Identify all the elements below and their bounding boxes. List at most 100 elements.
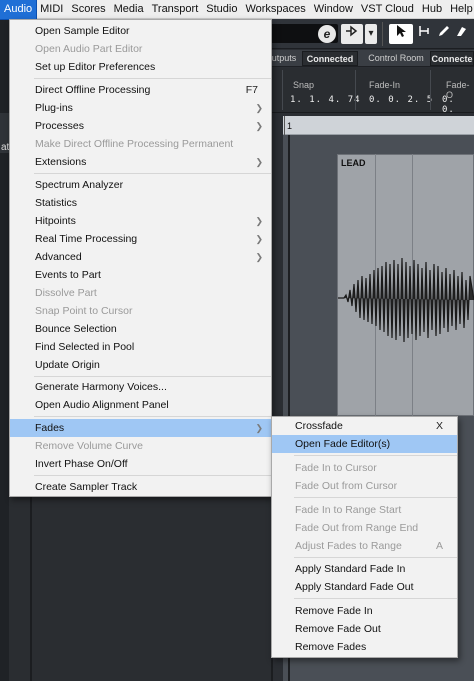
menu-item-direct-offline-processing[interactable]: Direct Offline Processing F7 xyxy=(10,81,271,99)
menu-item-open-sample-editor[interactable]: Open Sample Editor xyxy=(10,22,271,40)
submenu-item-apply-standard-fade-out[interactable]: Apply Standard Fade Out xyxy=(272,578,457,596)
menu-item-label: Events to Part xyxy=(35,269,101,281)
menu-item-label: Hitpoints xyxy=(35,215,76,227)
snap-dropdown[interactable]: ▾ xyxy=(365,24,377,44)
menu-item-label: Extensions xyxy=(35,156,87,168)
submenu-item-label: Fade In to Cursor xyxy=(295,462,377,474)
menu-item-find-selected-in-pool[interactable]: Find Selected in Pool xyxy=(10,338,271,356)
menu-item-dissolve-part[interactable]: Dissolve Part xyxy=(10,284,271,302)
submenu-item-label: Apply Standard Fade In xyxy=(295,563,406,575)
menu-bar: Audio MIDI Scores Media Transport Studio… xyxy=(0,0,474,20)
submenu-item-apply-standard-fade-in[interactable]: Apply Standard Fade In xyxy=(272,560,457,578)
submenu-item-label: Fade Out from Cursor xyxy=(295,480,398,492)
menu-item-label: Statistics xyxy=(35,197,78,209)
menu-scores[interactable]: Scores xyxy=(67,0,109,19)
submenu-item-fade-out-from-cursor[interactable]: Fade Out from Cursor xyxy=(272,477,457,495)
menu-item-label: Set up Editor Preferences xyxy=(35,61,156,73)
submenu-item-label: Open Fade Editor(s) xyxy=(295,438,391,450)
menu-item-label: Open Sample Editor xyxy=(35,25,130,37)
menu-window[interactable]: Window xyxy=(310,0,357,19)
submenu-item-fade-out-from-range-end[interactable]: Fade Out from Range End xyxy=(272,519,457,537)
menu-item-fades[interactable]: Fades ❯ xyxy=(10,419,271,437)
menu-item-statistics[interactable]: Statistics xyxy=(10,194,271,212)
snap-label: Snap xyxy=(293,80,315,90)
fades-submenu: Crossfade X Open Fade Editor(s) Fade In t… xyxy=(271,416,458,658)
fade-out-value[interactable]: 0. 0. xyxy=(442,95,474,115)
menu-item-update-origin[interactable]: Update Origin xyxy=(10,356,271,374)
menu-audio[interactable]: Audio xyxy=(0,0,38,20)
menu-item-open-audio-part-editor[interactable]: Open Audio Part Editor xyxy=(10,40,271,58)
menu-item-invert-phase[interactable]: Invert Phase On/Off xyxy=(10,455,271,473)
submenu-item-remove-fade-in[interactable]: Remove Fade In xyxy=(272,602,457,620)
menu-workspaces[interactable]: Workspaces xyxy=(241,0,309,19)
menu-item-advanced[interactable]: Advanced ❯ xyxy=(10,248,271,266)
menu-item-label: Advanced xyxy=(35,251,82,263)
shortcut-x: X xyxy=(435,420,443,432)
submenu-item-fade-in-to-range-start[interactable]: Fade In to Range Start xyxy=(272,501,457,519)
menu-midi[interactable]: MIDI xyxy=(36,0,67,19)
submenu-item-open-fade-editors[interactable]: Open Fade Editor(s) xyxy=(272,435,457,453)
menu-hub[interactable]: Hub xyxy=(418,0,446,19)
fade-in-value[interactable]: 0. 0. 2. 5 xyxy=(369,95,433,105)
waveform xyxy=(338,257,474,343)
menu-item-editor-preferences[interactable]: Set up Editor Preferences xyxy=(10,58,271,76)
menu-item-label: Invert Phase On/Off xyxy=(35,458,128,470)
submenu-item-label: Crossfade xyxy=(295,420,343,432)
info-separator xyxy=(282,70,283,110)
ruler-tick xyxy=(284,116,285,135)
menu-transport[interactable]: Transport xyxy=(148,0,203,19)
menu-item-bounce-selection[interactable]: Bounce Selection xyxy=(10,320,271,338)
range-tool-button[interactable] xyxy=(415,24,433,44)
menu-item-label: Create Sampler Track xyxy=(35,481,138,493)
draw-tool-button[interactable] xyxy=(436,24,452,44)
submenu-item-crossfade[interactable]: Crossfade X xyxy=(272,417,457,435)
erase-tool-button[interactable] xyxy=(455,24,471,44)
chevron-right-icon: ❯ xyxy=(255,157,263,167)
chevron-right-icon: ❯ xyxy=(255,103,263,113)
control-room-label: Control Room xyxy=(368,53,424,63)
menu-item-extensions[interactable]: Extensions ❯ xyxy=(10,153,271,171)
menu-separator xyxy=(34,376,271,377)
submenu-separator xyxy=(294,455,457,456)
submenu-item-remove-fades[interactable]: Remove Fades xyxy=(272,638,457,656)
submenu-item-adjust-fades-to-range[interactable]: Adjust Fades to Range A xyxy=(272,537,457,555)
menu-item-label: Direct Offline Processing xyxy=(35,84,151,96)
menu-item-processes[interactable]: Processes ❯ xyxy=(10,117,271,135)
chevron-right-icon: ❯ xyxy=(255,121,263,131)
menu-item-create-sampler-track[interactable]: Create Sampler Track xyxy=(10,478,271,496)
outputs-label: utputs xyxy=(271,53,297,63)
submenu-item-fade-in-to-cursor[interactable]: Fade In to Cursor xyxy=(272,459,457,477)
chevron-right-icon: ❯ xyxy=(255,234,263,244)
timeline-ruler[interactable] xyxy=(283,116,474,135)
menu-item-events-to-part[interactable]: Events to Part xyxy=(10,266,271,284)
chevron-right-icon: ❯ xyxy=(255,216,263,226)
menu-item-make-dop-permanent[interactable]: Make Direct Offline Processing Permanent xyxy=(10,135,271,153)
menu-item-generate-harmony-voices[interactable]: Generate Harmony Voices... xyxy=(10,378,271,396)
menu-studio[interactable]: Studio xyxy=(202,0,241,19)
menu-item-open-audio-alignment-panel[interactable]: Open Audio Alignment Panel xyxy=(10,396,271,414)
snap-type-button[interactable] xyxy=(341,24,363,44)
submenu-item-remove-fade-out[interactable]: Remove Fade Out xyxy=(272,620,457,638)
menu-item-spectrum-analyzer[interactable]: Spectrum Analyzer xyxy=(10,176,271,194)
menu-item-label: Fades xyxy=(35,422,65,434)
menu-item-plug-ins[interactable]: Plug-ins ❯ xyxy=(10,99,271,117)
pointer-tool-button[interactable] xyxy=(389,24,413,44)
menu-item-remove-volume-curve[interactable]: Remove Volume Curve xyxy=(10,437,271,455)
menu-help[interactable]: Help xyxy=(446,0,474,19)
snap-value[interactable]: 1. 1. 4. 74 xyxy=(290,95,361,105)
connected-status-1[interactable]: Connected xyxy=(302,51,358,66)
menu-media[interactable]: Media xyxy=(110,0,148,19)
menu-item-label: Dissolve Part xyxy=(35,287,97,299)
menu-item-snap-point-to-cursor[interactable]: Snap Point to Cursor xyxy=(10,302,271,320)
submenu-item-label: Fade In to Range Start xyxy=(295,504,402,516)
menu-separator xyxy=(34,475,271,476)
menu-item-label: Real Time Processing xyxy=(35,233,138,245)
menu-item-hitpoints[interactable]: Hitpoints ❯ xyxy=(10,212,271,230)
menu-item-label: Bounce Selection xyxy=(35,323,117,335)
menu-vst-cloud[interactable]: VST Cloud xyxy=(357,0,418,19)
connected-status-2[interactable]: Connecte xyxy=(430,51,474,66)
menu-item-real-time-processing[interactable]: Real Time Processing ❯ xyxy=(10,230,271,248)
menu-item-label: Spectrum Analyzer xyxy=(35,179,124,191)
e-icon[interactable]: e xyxy=(318,25,336,43)
toolbar-separator xyxy=(382,22,383,46)
